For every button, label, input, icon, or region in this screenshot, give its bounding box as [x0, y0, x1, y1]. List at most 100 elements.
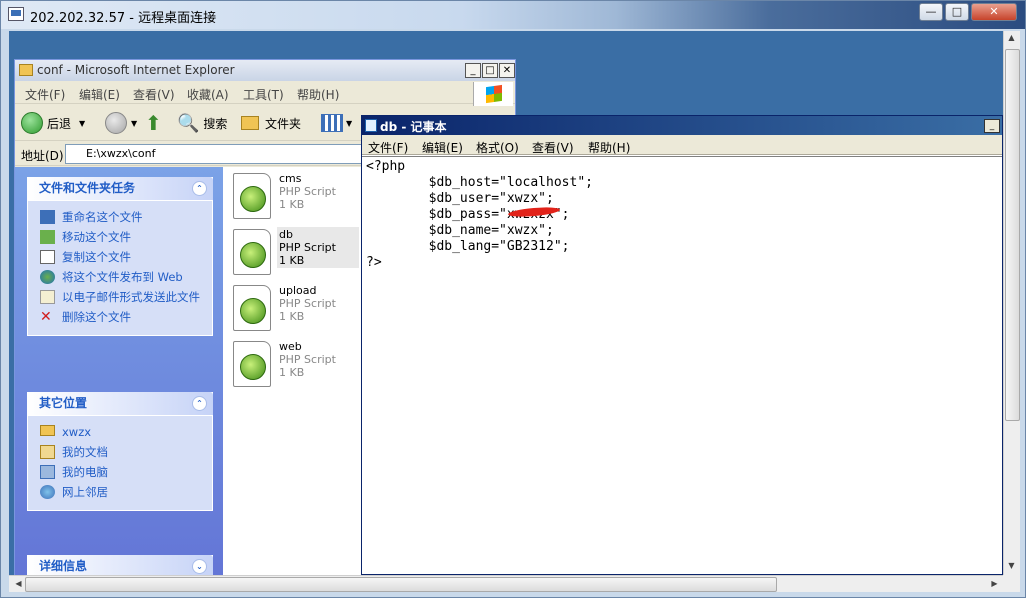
task-label: 移动这个文件 [62, 230, 131, 244]
rdp-minimize-button[interactable]: — [919, 3, 943, 21]
file-list: cms PHP Script 1 KB db PHP Script 1 KB u… [223, 167, 365, 575]
ie-minimize-button[interactable]: _ [465, 63, 481, 78]
folders-button[interactable]: 文件夹 [241, 109, 301, 137]
ie-close-button[interactable]: ✕ [499, 63, 515, 78]
other-places-panel: 其它位置 ⌃ xwzx 我的文档 我的电脑 网上邻居 [27, 392, 213, 511]
scrollbar-corner [1003, 575, 1020, 592]
delete-x-icon: ✕ [40, 309, 52, 325]
task-label: 复制这个文件 [62, 250, 131, 264]
collapse-icon[interactable]: ⌃ [192, 181, 207, 196]
scroll-right-icon[interactable]: ▶ [987, 579, 1002, 588]
notepad-menu-help[interactable]: 帮助(H) [588, 139, 630, 156]
horizontal-scrollbar[interactable]: ◀ ▶ [9, 575, 1003, 592]
file-type: PHP Script [279, 353, 336, 366]
horizontal-scroll-thumb[interactable] [25, 577, 777, 592]
ie-menubar: 文件(F) 编辑(E) 查看(V) 收藏(A) 工具(T) 帮助(H) [15, 82, 515, 104]
scroll-left-icon[interactable]: ◀ [11, 579, 26, 588]
rdp-title: 202.202.32.57 - 远程桌面连接 [30, 11, 217, 26]
chevron-down-icon[interactable]: ▼ [131, 119, 137, 128]
other-places-header[interactable]: 其它位置 ⌃ [27, 392, 213, 415]
notepad-minimize-button[interactable]: _ [984, 119, 1000, 133]
ie-menu-file[interactable]: 文件(F) [25, 86, 65, 103]
task-rename[interactable]: 重命名这个文件 [40, 207, 202, 227]
remote-desktop-area[interactable]: conf - Microsoft Internet Explorer _ □ ✕… [9, 31, 1003, 575]
scroll-down-icon[interactable]: ▼ [1004, 561, 1019, 570]
place-label: 我的文档 [62, 445, 108, 459]
file-item-upload[interactable]: upload PHP Script 1 KB [233, 281, 363, 335]
forward-button[interactable]: ▼ [105, 109, 137, 137]
views-button[interactable]: ▼ [321, 109, 352, 137]
vertical-scrollbar[interactable]: ▲ ▼ [1003, 31, 1020, 575]
notepad-titlebar[interactable]: db - 记事本 _ [362, 116, 1002, 135]
notepad-menu-view[interactable]: 查看(V) [532, 139, 574, 156]
rdp-titlebar[interactable]: 202.202.32.57 - 远程桌面连接 — □ ✕ [1, 1, 1025, 29]
notepad-text-area[interactable]: <?php $db_host="localhost"; $db_user="xw… [362, 156, 1002, 574]
address-label: 地址(D) [21, 149, 64, 163]
file-item-web[interactable]: web PHP Script 1 KB [233, 337, 363, 391]
details-panel: 详细信息 ⌄ [27, 555, 213, 575]
task-copy[interactable]: 复制这个文件 [40, 247, 202, 267]
my-documents-icon [40, 445, 55, 459]
panel-title: 详细信息 [39, 559, 88, 573]
rdp-close-button[interactable]: ✕ [971, 3, 1017, 21]
rdp-maximize-button[interactable]: □ [945, 3, 969, 21]
task-delete[interactable]: ✕ 删除这个文件 [40, 307, 202, 327]
file-name: web [279, 340, 302, 353]
other-places-body: xwzx 我的文档 我的电脑 网上邻居 [27, 415, 213, 511]
chevron-down-icon[interactable]: ▼ [79, 119, 85, 128]
up-button[interactable]: ⬆ [145, 109, 162, 137]
task-move[interactable]: 移动这个文件 [40, 227, 202, 247]
search-label: 搜索 [203, 116, 228, 131]
vertical-scroll-thumb[interactable] [1005, 49, 1020, 421]
views-icon [321, 114, 343, 132]
search-button[interactable]: 🔍 搜索 [177, 109, 227, 137]
back-button[interactable]: 后退 ▼ [21, 109, 85, 137]
computer-icon [40, 465, 55, 479]
task-pane: 文件和文件夹任务 ⌃ 重命名这个文件 移动这个文件 复制这个文件 将这个文件发布… [15, 167, 223, 575]
place-network[interactable]: 网上邻居 [40, 482, 202, 502]
file-info: cms PHP Script 1 KB [277, 171, 359, 212]
file-item-db[interactable]: db PHP Script 1 KB [233, 225, 363, 279]
php-file-icon [233, 173, 271, 219]
file-tasks-header[interactable]: 文件和文件夹任务 ⌃ [27, 177, 213, 200]
file-info: web PHP Script 1 KB [277, 339, 359, 380]
ie-menu-favorites[interactable]: 收藏(A) [187, 86, 229, 103]
search-icon: 🔍 [177, 112, 200, 134]
forward-arrow-icon [105, 112, 127, 134]
details-header[interactable]: 详细信息 ⌄ [27, 555, 213, 575]
address-input[interactable]: E:\xwzx\conf [65, 144, 365, 164]
file-type: PHP Script [279, 297, 336, 310]
file-info: upload PHP Script 1 KB [277, 283, 359, 324]
network-icon [40, 485, 55, 499]
remote-desktop-icon [8, 7, 24, 21]
email-icon [40, 290, 55, 304]
collapse-icon[interactable]: ⌃ [192, 396, 207, 411]
expand-icon[interactable]: ⌄ [192, 559, 207, 574]
chevron-down-icon[interactable]: ▼ [346, 119, 352, 128]
notepad-content: <?php $db_host="localhost"; $db_user="xw… [366, 159, 593, 270]
ie-menu-edit[interactable]: 编辑(E) [79, 86, 120, 103]
ie-menu-view[interactable]: 查看(V) [133, 86, 175, 103]
php-file-icon [233, 341, 271, 387]
task-publish-web[interactable]: 将这个文件发布到 Web [40, 267, 202, 287]
notepad-menubar: 文件(F) 编辑(E) 格式(O) 查看(V) 帮助(H) [362, 135, 1002, 155]
rename-icon [40, 210, 55, 224]
task-email[interactable]: 以电子邮件形式发送此文件 [40, 287, 202, 307]
notepad-icon [365, 119, 377, 132]
folders-icon [241, 116, 259, 130]
copy-icon [40, 250, 55, 264]
scroll-up-icon[interactable]: ▲ [1004, 33, 1019, 42]
place-xwzx[interactable]: xwzx [40, 422, 202, 442]
ie-maximize-button[interactable]: □ [482, 63, 498, 78]
folders-label: 文件夹 [265, 116, 302, 131]
ie-titlebar[interactable]: conf - Microsoft Internet Explorer _ □ ✕ [15, 60, 515, 81]
panel-title: 文件和文件夹任务 [39, 181, 136, 195]
place-my-documents[interactable]: 我的文档 [40, 442, 202, 462]
notepad-menu-format[interactable]: 格式(O) [476, 139, 519, 156]
notepad-menu-file[interactable]: 文件(F) [368, 139, 408, 156]
file-item-cms[interactable]: cms PHP Script 1 KB [233, 169, 363, 223]
place-my-computer[interactable]: 我的电脑 [40, 462, 202, 482]
notepad-menu-edit[interactable]: 编辑(E) [422, 139, 463, 156]
ie-menu-help[interactable]: 帮助(H) [297, 86, 339, 103]
ie-menu-tools[interactable]: 工具(T) [243, 86, 284, 103]
